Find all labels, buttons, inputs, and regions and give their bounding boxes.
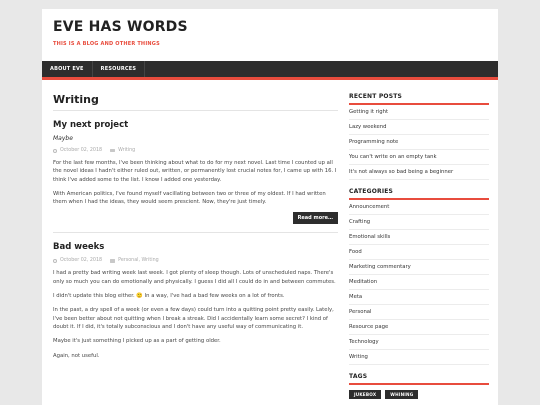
post-paragraph: For the last few months, I've been think…: [53, 160, 337, 183]
post-subtitle: Maybe: [53, 135, 73, 142]
categories-widget: CATEGORIES Announcement Crafting Emotion…: [349, 188, 489, 365]
recent-posts-widget: RECENT POSTS Getting it right Lazy weeke…: [349, 93, 489, 180]
post: Bad weeks October 02, 2018 Personal, Wri…: [53, 233, 338, 359]
widget-title: RECENT POSTS: [349, 93, 489, 105]
recent-post-link[interactable]: You can't write on an empty tank: [349, 150, 489, 165]
recent-post-link[interactable]: Getting it right: [349, 105, 489, 120]
clock-icon: [53, 148, 57, 153]
folder-icon: [110, 259, 116, 263]
post-title[interactable]: My next project: [53, 120, 338, 130]
widget-title: CATEGORIES: [349, 188, 489, 200]
post-paragraph: I didn't update this blog either. 🙁 In a…: [53, 293, 285, 300]
recent-post-link[interactable]: It's not always so bad being a beginner: [349, 165, 489, 180]
post-paragraph: Maybe it's just something I picked up as…: [53, 338, 221, 345]
post-meta: October 02, 2018 Personal, Writing: [53, 258, 338, 263]
tag-whining[interactable]: WHINING: [385, 390, 419, 399]
post-meta: October 02, 2018 Writing: [53, 148, 338, 153]
site-header: EVE HAS WORDS THIS IS A BLOG AND OTHER T…: [42, 9, 498, 61]
category-link[interactable]: Personal: [349, 305, 489, 320]
tag-jukebox[interactable]: JUKEBOX: [349, 390, 382, 399]
post-paragraph: With American politics, I've found mysel…: [53, 190, 326, 206]
recent-post-link[interactable]: Lazy weekend: [349, 120, 489, 135]
sidebar: RECENT POSTS Getting it right Lazy weeke…: [349, 93, 489, 405]
category-link[interactable]: Technology: [349, 335, 489, 350]
post-paragraph: Again, not useful.: [53, 352, 100, 359]
read-more-button[interactable]: Read more…: [292, 212, 338, 225]
category-link[interactable]: Meta: [349, 290, 489, 305]
main-content: Writing My next project Maybe October 02…: [53, 93, 338, 360]
nav-item-about[interactable]: ABOUT EVE: [42, 61, 93, 77]
post-title[interactable]: Bad weeks: [53, 242, 338, 252]
category-link[interactable]: Emotional skills: [349, 230, 489, 245]
category-link[interactable]: Writing: [349, 350, 489, 365]
tags-widget: TAGS JUKEBOX WHINING: [349, 373, 489, 399]
page: EVE HAS WORDS THIS IS A BLOG AND OTHER T…: [42, 9, 498, 405]
post-paragraph: In the past, a dry spell of a week (or e…: [53, 307, 334, 330]
post-category[interactable]: Writing: [118, 148, 135, 153]
folder-icon: [110, 148, 116, 153]
category-link[interactable]: Meditation: [349, 275, 489, 290]
post: My next project Maybe October 02, 2018 W…: [53, 111, 338, 234]
page-title: Writing: [53, 93, 338, 111]
post-category[interactable]: Personal, Writing: [118, 258, 159, 263]
category-link[interactable]: Announcement: [349, 200, 489, 215]
site-title[interactable]: EVE HAS WORDS: [53, 19, 487, 35]
main-nav: ABOUT EVE RESOURCES: [42, 61, 498, 80]
post-paragraph: I had a pretty bad writing week last wee…: [53, 270, 336, 285]
category-link[interactable]: Marketing commentary: [349, 260, 489, 275]
nav-item-resources[interactable]: RESOURCES: [93, 61, 146, 77]
category-link[interactable]: Food: [349, 245, 489, 260]
clock-icon: [53, 258, 57, 263]
category-link[interactable]: Crafting: [349, 215, 489, 230]
recent-post-link[interactable]: Programming note: [349, 135, 489, 150]
post-date[interactable]: October 02, 2018: [60, 148, 102, 153]
category-link[interactable]: Resource page: [349, 320, 489, 335]
post-date[interactable]: October 02, 2018: [60, 258, 102, 263]
widget-title: TAGS: [349, 373, 489, 385]
site-description: THIS IS A BLOG AND OTHER THINGS: [53, 41, 160, 47]
